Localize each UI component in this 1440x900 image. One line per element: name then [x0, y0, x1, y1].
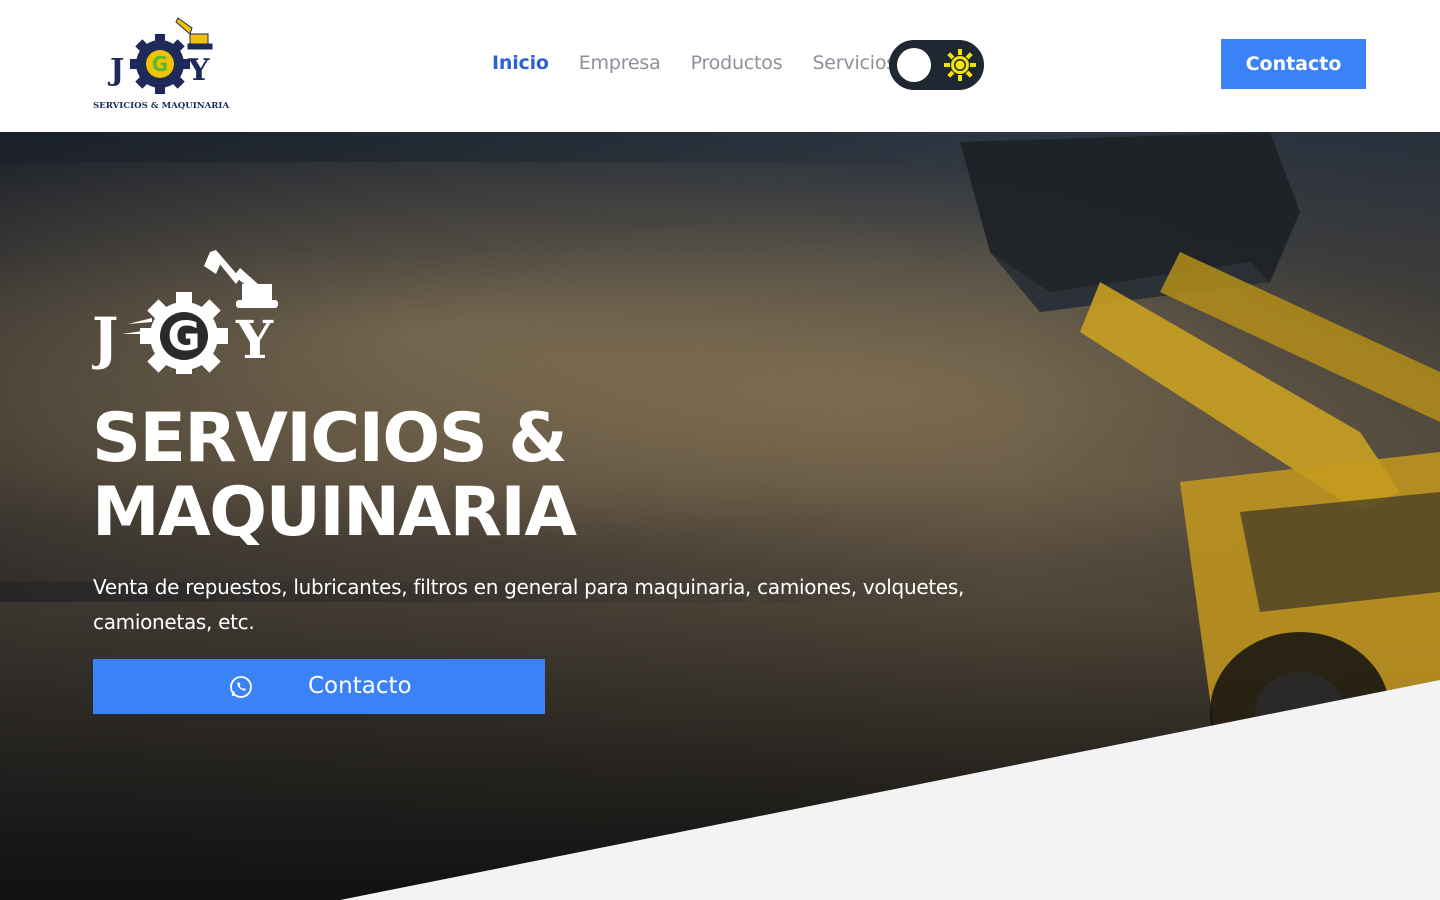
hero-cta-label: Contacto — [308, 673, 412, 699]
hero-whatsapp-contact-button[interactable]: Contacto — [93, 659, 545, 714]
logo-subtitle: SERVICIOS & MAQUINARIA — [93, 101, 229, 111]
svg-text:J: J — [107, 53, 124, 88]
hero-title: SERVICIOS & MAQUINARIA — [92, 402, 792, 550]
svg-text:Y: Y — [235, 310, 274, 371]
nav-empresa[interactable]: Empresa — [579, 52, 661, 74]
hero-title-line1: SERVICIOS & — [92, 399, 568, 478]
svg-text:G: G — [152, 52, 168, 76]
main-nav: Inicio Empresa Productos Servicios — [492, 52, 926, 74]
site-header: G J Y SERVICIOS & MAQUINARIA Inicio Empr… — [0, 0, 1440, 132]
nav-productos[interactable]: Productos — [691, 52, 783, 74]
hero-title-line2: MAQUINARIA — [92, 473, 577, 552]
svg-text:J: J — [92, 306, 119, 372]
nav-inicio[interactable]: Inicio — [492, 52, 549, 74]
header-contact-button[interactable]: Contacto — [1221, 39, 1366, 89]
whatsapp-icon — [230, 676, 252, 698]
sun-icon — [944, 49, 976, 81]
svg-text:Y: Y — [187, 53, 210, 88]
brand-logo[interactable]: G J Y SERVICIOS & MAQUINARIA — [92, 14, 234, 114]
hero-logo: G J Y — [87, 248, 284, 380]
nav-servicios[interactable]: Servicios — [812, 52, 896, 74]
hero-section: G J Y SERVICIOS & MAQUINARIA Venta de re… — [0, 132, 1440, 900]
svg-text:G: G — [168, 314, 201, 360]
theme-toggle[interactable] — [889, 40, 984, 90]
hero-description: Venta de repuestos, lubricantes, filtros… — [93, 575, 965, 634]
toggle-knob — [897, 48, 931, 82]
